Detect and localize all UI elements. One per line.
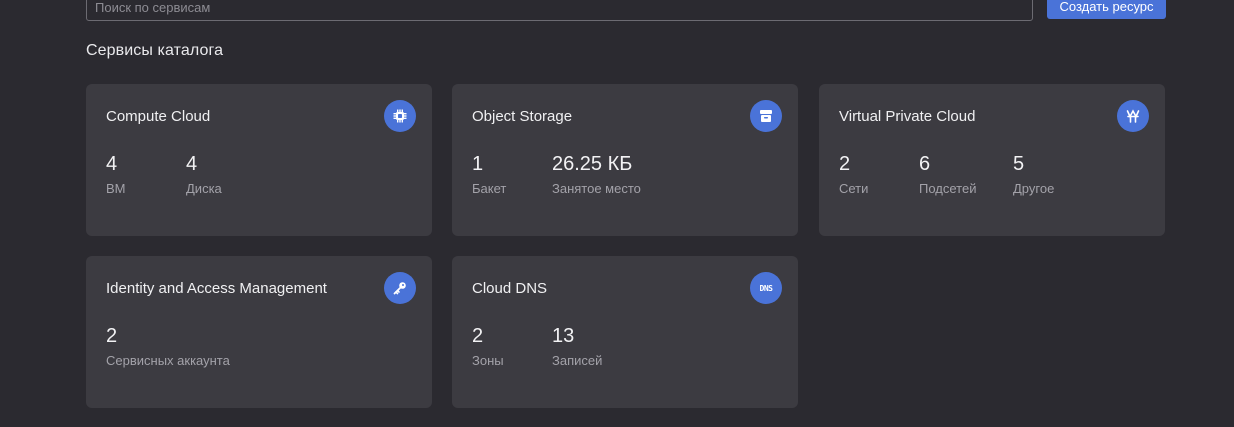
stat-value: 6	[919, 153, 931, 175]
card-title: Cloud DNS	[472, 280, 548, 297]
archive-icon	[750, 100, 782, 132]
stat-value: 13	[552, 325, 575, 347]
stat-label: Занятое место	[552, 181, 641, 196]
stat-label: Другое	[1013, 181, 1055, 196]
stat-value: 5	[1013, 153, 1025, 175]
stat-used-space: 26.25 КБ Занятое место	[552, 152, 641, 196]
card-title: Identity and Access Management	[106, 280, 327, 297]
search-input[interactable]	[86, 0, 1033, 21]
service-card-cloud-dns[interactable]: Cloud DNS DNS 2 Зоны 13 Записей	[452, 256, 798, 408]
stat-label: Бакет	[472, 181, 507, 196]
section-title: Сервисы каталога	[86, 42, 224, 59]
stat-label: Сети	[839, 181, 869, 196]
card-title: Virtual Private Cloud	[839, 108, 976, 125]
network-icon	[1117, 100, 1149, 132]
stat-label: Диска	[186, 181, 222, 196]
catalog-page: Создать ресурс Сервисы каталога Compute …	[0, 0, 1234, 427]
dns-icon: DNS	[750, 272, 782, 304]
dns-icon-label: DNS	[759, 283, 773, 293]
create-resource-button[interactable]: Создать ресурс	[1047, 0, 1166, 19]
stat-zones: 2 Зоны	[472, 324, 504, 368]
stat-vm: 4 ВМ	[106, 152, 126, 196]
stat-value: 2	[839, 153, 851, 175]
stat-records: 13 Записей	[552, 324, 602, 368]
stat-label: Сервисных аккаунта	[106, 353, 230, 368]
stat-buckets: 1 Бакет	[472, 152, 506, 196]
stat-label: Подсетей	[919, 181, 977, 196]
stat-label: Зоны	[472, 353, 504, 368]
chip-icon	[384, 100, 416, 132]
service-card-compute-cloud[interactable]: Compute Cloud 4 ВМ 4 Диска	[86, 84, 432, 236]
stat-value: 26.25 КБ	[552, 153, 633, 175]
stat-value: 4	[186, 153, 198, 175]
stat-value: 2	[106, 325, 118, 347]
stat-label: ВМ	[106, 181, 126, 196]
stat-other: 5 Другое	[1013, 152, 1054, 196]
key-icon	[384, 272, 416, 304]
stat-service-accounts: 2 Сервисных аккаунта	[106, 324, 230, 368]
stat-value: 1	[472, 153, 484, 175]
stat-disks: 4 Диска	[186, 152, 222, 196]
card-title: Object Storage	[472, 108, 573, 125]
stat-value: 2	[472, 325, 484, 347]
service-card-vpc[interactable]: Virtual Private Cloud 2 Сети 6 Подсетей …	[819, 84, 1165, 236]
stat-subnets: 6 Подсетей	[919, 152, 976, 196]
stat-value: 4	[106, 153, 118, 175]
stat-label: Записей	[552, 353, 603, 368]
service-card-iam[interactable]: Identity and Access Management 2 Сервисн…	[86, 256, 432, 408]
stat-networks: 2 Сети	[839, 152, 868, 196]
service-card-object-storage[interactable]: Object Storage 1 Бакет 26.25 КБ Занятое …	[452, 84, 798, 236]
card-title: Compute Cloud	[106, 108, 211, 125]
